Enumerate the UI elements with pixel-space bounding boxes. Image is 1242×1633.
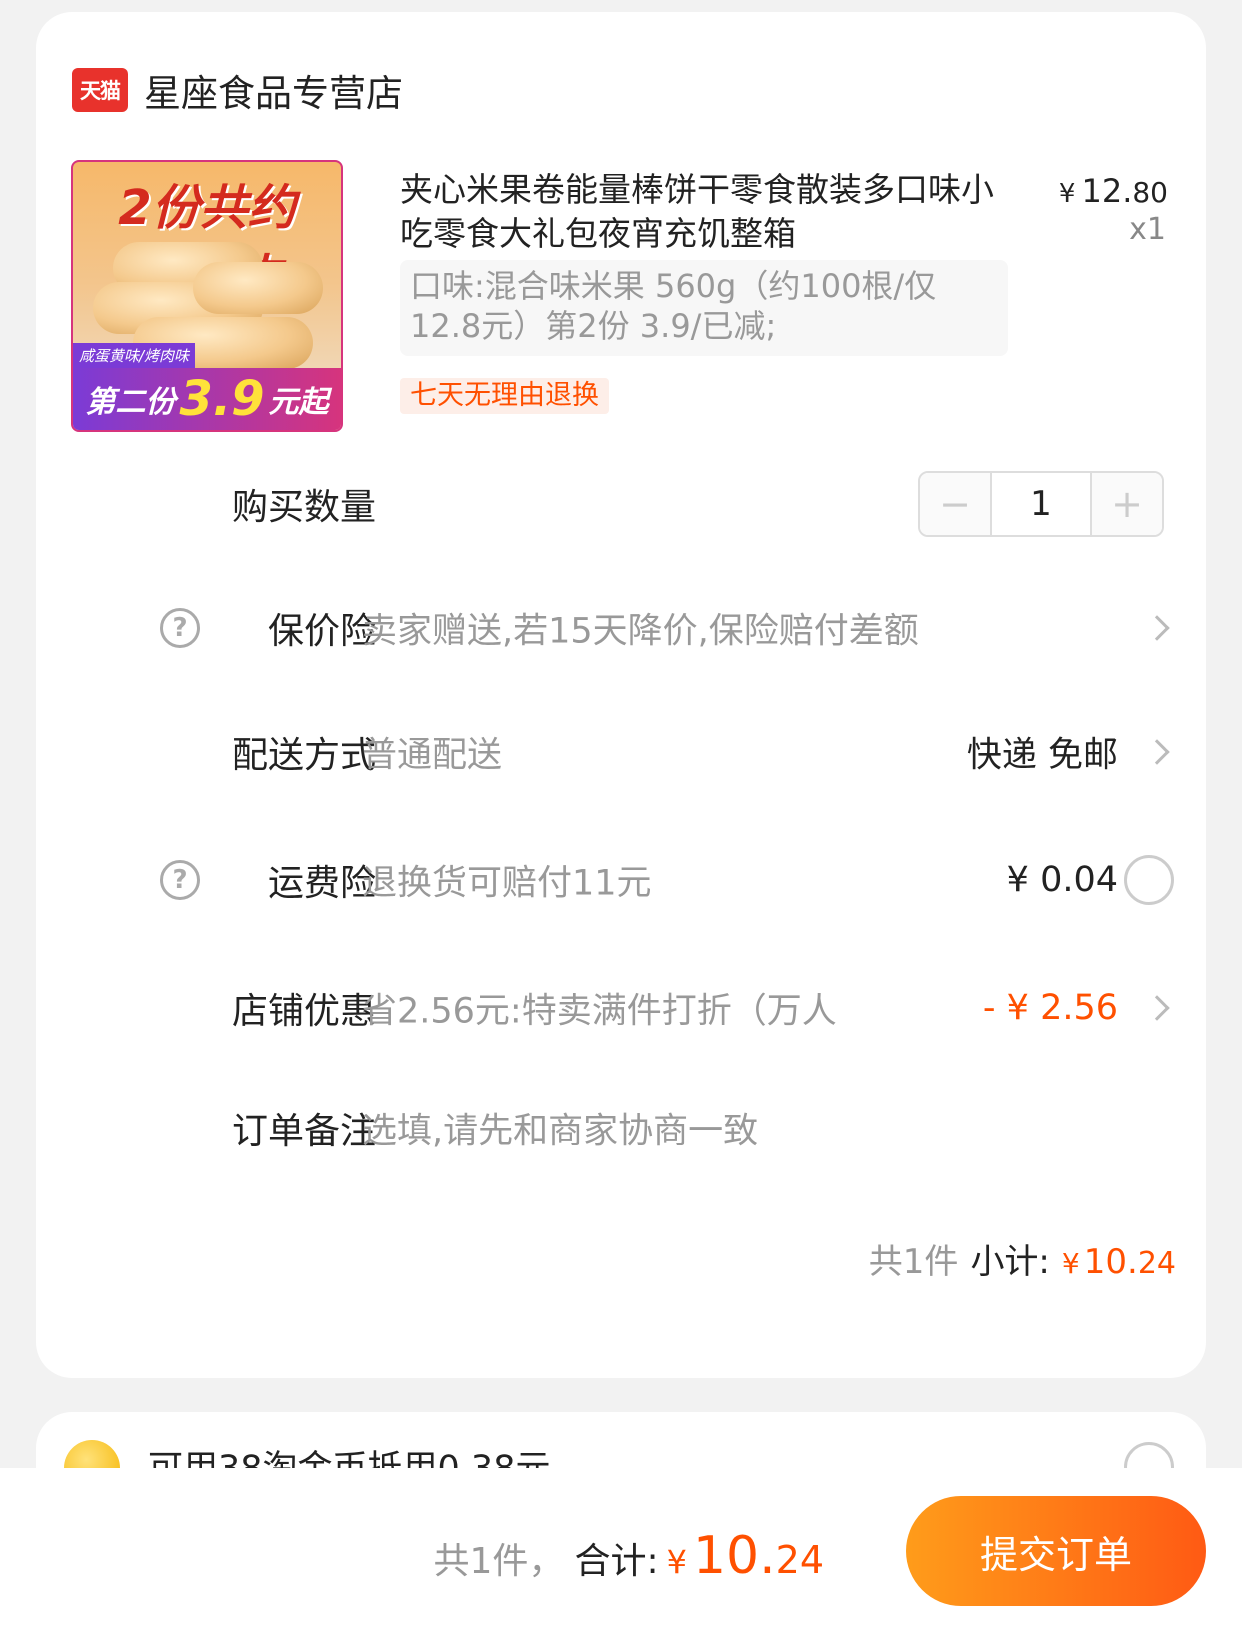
price-currency: ¥ bbox=[1058, 179, 1076, 209]
shipping-method: 普通配送 bbox=[362, 735, 503, 776]
freight-insurance-row: ? 运费险 退换货可赔付11元 ¥ 0.04 bbox=[36, 850, 1206, 910]
shop-header[interactable]: 天猫 星座食品专营店 bbox=[72, 56, 403, 124]
subtotal-int: 10. bbox=[1083, 1242, 1138, 1282]
checkout-bar: 共1件， 合计: ¥10.24 提交订单 bbox=[0, 1468, 1242, 1633]
image-roll bbox=[193, 262, 323, 314]
store-discount-row[interactable]: 店铺优惠 省2.56元:特卖满件打折（万人 - ¥ 2.56 bbox=[36, 978, 1206, 1038]
freight-insurance-value: 退换货可赔付11元 bbox=[362, 863, 652, 904]
subtotal-dec: 24 bbox=[1137, 1246, 1176, 1281]
total-dec: 24 bbox=[775, 1538, 824, 1582]
store-discount-value: 省2.56元:特卖满件打折（万人 bbox=[362, 991, 837, 1032]
price-dec: 80 bbox=[1132, 176, 1168, 209]
shipping-row[interactable]: 配送方式 普通配送 快递 免邮 bbox=[36, 722, 1206, 782]
product-price: ¥12.80 bbox=[1059, 172, 1168, 210]
product-title[interactable]: 夹心米果卷能量棒饼干零食散装多口味小吃零食大礼包夜宵充饥整箱 bbox=[400, 168, 1010, 256]
product-image[interactable]: 2份共约100支 咸蛋黄味/烤肉味 第二份 3.9 元起 bbox=[71, 160, 343, 432]
subtotal-count: 共1件 bbox=[868, 1242, 959, 1282]
chevron-right-icon[interactable] bbox=[1144, 995, 1170, 1021]
order-note-input[interactable]: 选填,请先和商家协商一致 bbox=[362, 1103, 758, 1154]
help-icon[interactable]: ? bbox=[160, 608, 200, 648]
store-discount-amount: - ¥ 2.56 bbox=[982, 988, 1118, 1028]
order-total: 共1件， 合计: ¥10.24 bbox=[434, 1526, 824, 1586]
price-protection-label: 保价险 bbox=[267, 611, 376, 652]
total-currency: ¥ bbox=[666, 1543, 687, 1581]
store-discount-label: 店铺优惠 bbox=[231, 991, 376, 1032]
quantity-input[interactable]: 1 bbox=[990, 473, 1092, 535]
order-note-row: 订单备注 选填,请先和商家协商一致 bbox=[36, 1098, 1206, 1158]
image-band-right: 元起 bbox=[268, 385, 329, 420]
shop-name[interactable]: 星座食品专营店 bbox=[144, 63, 403, 117]
quantity-stepper[interactable]: − 1 + bbox=[918, 471, 1164, 537]
price-int: 12. bbox=[1081, 172, 1133, 210]
subtotal-price: ¥10.24 bbox=[1062, 1242, 1176, 1282]
quantity-row: 购买数量 − 1 + bbox=[36, 471, 1206, 537]
chevron-right-icon[interactable] bbox=[1144, 739, 1170, 765]
freight-insurance-price: ¥ 0.04 bbox=[1006, 860, 1118, 900]
shipping-fee: 快递 免邮 bbox=[966, 735, 1118, 776]
image-flavor-tag: 咸蛋黄味/烤肉味 bbox=[73, 343, 196, 368]
help-icon[interactable]: ? bbox=[160, 860, 200, 900]
subtotal-currency: ¥ bbox=[1061, 1247, 1080, 1280]
chevron-right-icon[interactable] bbox=[1144, 615, 1170, 641]
price-protection-value: 卖家赠送,若15天降价,保险赔付差额 bbox=[362, 611, 919, 652]
quantity-label: 购买数量 bbox=[231, 487, 376, 528]
order-note-label: 订单备注 bbox=[231, 1111, 376, 1152]
freight-insurance-radio[interactable] bbox=[1124, 855, 1174, 905]
return-policy-badge: 七天无理由退换 bbox=[400, 378, 609, 414]
subtotal: 共1件 小计: ¥10.24 bbox=[869, 1234, 1176, 1283]
increment-button[interactable]: + bbox=[1092, 473, 1162, 535]
order-card: 天猫 星座食品专营店 2份共约100支 咸蛋黄味/烤肉味 第二份 3.9 元起 … bbox=[36, 12, 1206, 1378]
submit-order-button[interactable]: 提交订单 bbox=[906, 1496, 1206, 1606]
decrement-button[interactable]: − bbox=[920, 473, 990, 535]
tmall-logo-icon: 天猫 bbox=[72, 68, 128, 112]
shipping-label: 配送方式 bbox=[231, 735, 376, 776]
subtotal-label: 小计: bbox=[970, 1242, 1050, 1282]
total-label: 合计: bbox=[574, 1541, 659, 1582]
image-promo-band: 第二份 3.9 元起 bbox=[73, 368, 341, 430]
total-price: ¥10.24 bbox=[666, 1526, 824, 1586]
sku-selector[interactable]: 口味:混合味米果 560g（约100根/仅12.8元）第2份 3.9/已减; bbox=[400, 260, 1008, 356]
image-band-left: 第二份 bbox=[85, 385, 176, 420]
total-count: 共1件， bbox=[433, 1541, 565, 1582]
price-protection-row[interactable]: ? 保价险 卖家赠送,若15天降价,保险赔付差额 bbox=[36, 598, 1206, 658]
image-band-big: 3.9 bbox=[179, 371, 265, 427]
total-int: 10. bbox=[692, 1526, 776, 1586]
freight-insurance-label: 运费险 bbox=[267, 863, 376, 904]
product-quantity: x1 bbox=[1129, 212, 1166, 247]
